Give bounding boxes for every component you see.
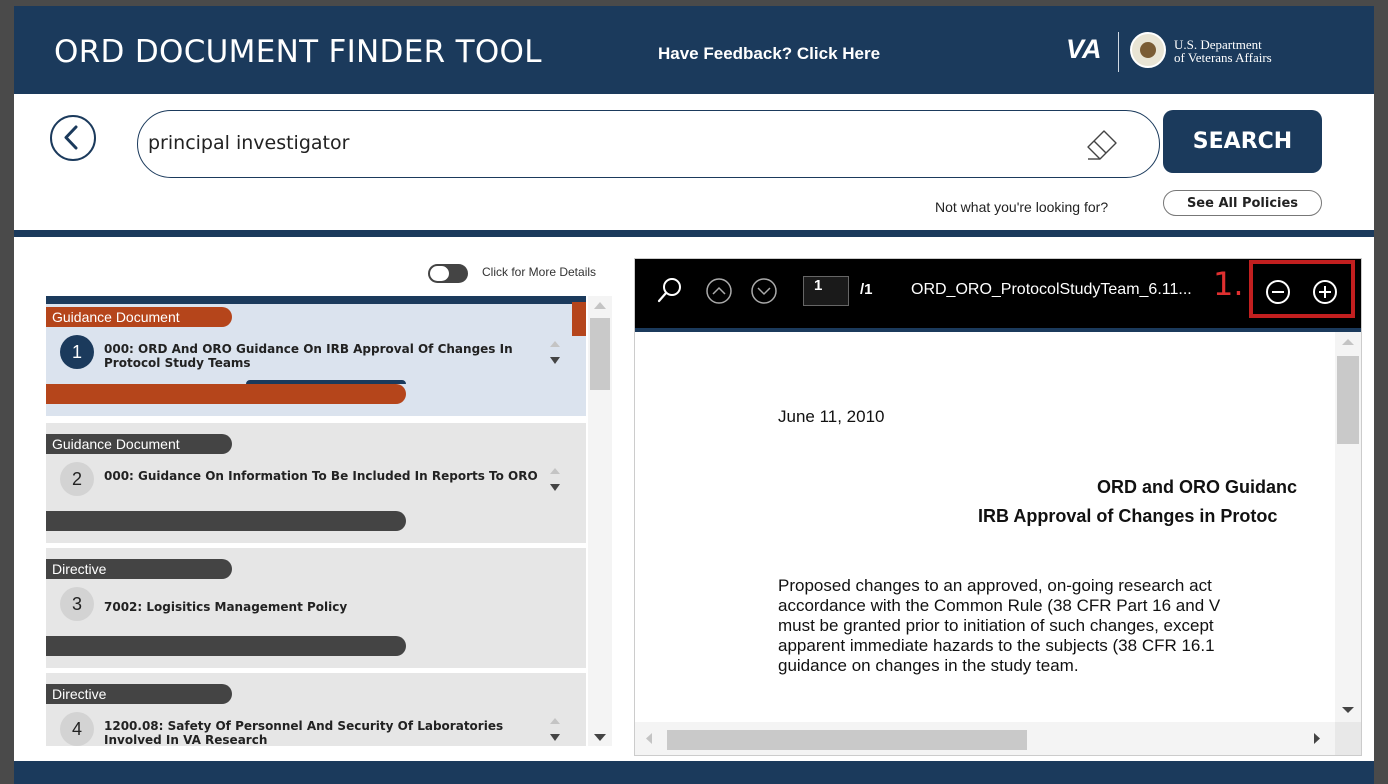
eraser-icon[interactable] xyxy=(1084,129,1118,161)
body-line: Proposed changes to an approved, on-goin… xyxy=(778,576,1212,595)
result-title: 000: Guidance On Information To Be Inclu… xyxy=(104,469,538,483)
result-title: 000: ORD And ORO Guidance On IRB Approva… xyxy=(104,342,513,370)
body-line: apparent immediate hazards to the subjec… xyxy=(778,636,1215,655)
chevron-left-icon xyxy=(64,125,78,150)
logo-divider xyxy=(1118,32,1119,72)
selected-indicator xyxy=(46,296,586,304)
search-input[interactable] xyxy=(148,125,1068,161)
result-number: 3 xyxy=(60,587,94,621)
result-item[interactable]: Guidance Document 1 000: ORD And ORO Gui… xyxy=(46,296,586,416)
zoom-in-button[interactable] xyxy=(1313,280,1337,304)
scroll-arrows-icon[interactable] xyxy=(548,713,562,746)
details-toggle[interactable] xyxy=(428,264,468,283)
scroll-up-icon[interactable] xyxy=(588,296,612,316)
result-number: 4 xyxy=(60,712,94,746)
scroll-arrows-icon[interactable] xyxy=(548,463,562,497)
scroll-left-icon[interactable] xyxy=(639,722,659,755)
result-type-tag: Directive xyxy=(46,559,232,579)
document-date: June 11, 2010 xyxy=(778,407,885,426)
chevron-up-icon[interactable] xyxy=(705,277,733,305)
result-bar xyxy=(46,636,406,656)
pdf-toolbar: 1 /1 ORD_ORO_ProtocolStudyTeam_6.11... 1… xyxy=(635,259,1361,332)
search-button[interactable]: SEARCH xyxy=(1163,110,1322,173)
chevron-down-icon[interactable] xyxy=(750,277,778,305)
result-bar xyxy=(46,511,406,531)
va-seal-icon xyxy=(1130,32,1166,68)
document-title-line-1: ORD and ORO Guidanc xyxy=(1097,477,1298,497)
zoom-controls-highlight xyxy=(1249,260,1355,318)
scroll-down-icon[interactable] xyxy=(1335,700,1361,720)
scroll-right-icon[interactable] xyxy=(1307,722,1327,755)
body-line: must be granted prior to initiation of s… xyxy=(778,616,1214,635)
result-number: 1 xyxy=(60,335,94,369)
app-title: ORD DOCUMENT FINDER TOOL xyxy=(54,34,542,70)
result-number: 2 xyxy=(60,462,94,496)
header-bar: ORD DOCUMENT FINDER TOOL Have Feedback? … xyxy=(14,6,1374,94)
section-divider xyxy=(14,230,1374,237)
zoom-out-button[interactable] xyxy=(1266,280,1290,304)
expand-corner[interactable] xyxy=(572,302,586,336)
document-title-line-2: IRB Approval of Changes in Protoc xyxy=(978,506,1278,526)
results-scrollbar[interactable] xyxy=(588,296,612,746)
toggle-knob xyxy=(430,266,449,281)
pdf-page: June 11, 2010 ORD and ORO Guidanc IRB Ap… xyxy=(635,332,1335,722)
see-all-policies-button[interactable]: See All Policies xyxy=(1163,190,1322,216)
search-box xyxy=(137,110,1160,178)
result-title: 1200.08: Safety Of Personnel And Securit… xyxy=(104,719,504,746)
search-icon[interactable] xyxy=(655,275,685,305)
scrollbar-thumb[interactable] xyxy=(667,730,1027,750)
result-type-tag: Directive xyxy=(46,684,232,704)
details-toggle-label: Click for More Details xyxy=(482,265,597,279)
va-logo: VA xyxy=(1066,34,1102,64)
pdf-viewer: 1 /1 ORD_ORO_ProtocolStudyTeam_6.11... 1… xyxy=(634,258,1362,756)
department-line-2: of Veterans Affairs xyxy=(1174,50,1272,65)
document-name: ORD_ORO_ProtocolStudyTeam_6.11... xyxy=(911,281,1192,298)
scroll-up-icon[interactable] xyxy=(1335,332,1361,352)
not-found-text: Not what you're looking for? xyxy=(935,199,1109,215)
scrollbar-corner xyxy=(1335,722,1361,755)
feedback-link[interactable]: Have Feedback? Click Here xyxy=(658,44,880,64)
result-item[interactable]: Guidance Document 2 000: Guidance On Inf… xyxy=(46,423,586,543)
footer-bar xyxy=(14,761,1374,784)
app-window: ORD DOCUMENT FINDER TOOL Have Feedback? … xyxy=(14,6,1374,784)
body-line: guidance on changes in the study team. xyxy=(778,656,1079,675)
body-line: accordance with the Common Rule (38 CFR … xyxy=(778,596,1221,615)
back-button[interactable] xyxy=(50,115,96,161)
vertical-scrollbar[interactable] xyxy=(1335,332,1361,722)
annotation-label: 1. xyxy=(1213,265,1244,303)
page-number-input[interactable]: 1 xyxy=(803,276,849,306)
scrollbar-thumb[interactable] xyxy=(590,318,610,390)
result-type-tag: Guidance Document xyxy=(46,434,232,454)
result-item[interactable]: Directive 4 1200.08: Safety Of Personnel… xyxy=(46,673,586,746)
document-body: Proposed changes to an approved, on-goin… xyxy=(778,576,1220,676)
scrollbar-thumb[interactable] xyxy=(1337,356,1359,444)
scroll-arrows-icon[interactable] xyxy=(548,336,562,370)
result-bar xyxy=(46,380,406,404)
department-name: U.S. Department of Veterans Affairs xyxy=(1174,38,1272,64)
page-total: /1 xyxy=(860,281,873,298)
result-title: 7002: Logisitics Management Policy xyxy=(104,600,348,614)
result-type-tag: Guidance Document xyxy=(46,307,232,327)
horizontal-scrollbar[interactable] xyxy=(635,722,1335,755)
scroll-down-icon[interactable] xyxy=(588,728,612,748)
result-item[interactable]: Directive 3 7002: Logisitics Management … xyxy=(46,548,586,668)
results-list: Guidance Document 1 000: ORD And ORO Gui… xyxy=(46,296,586,746)
